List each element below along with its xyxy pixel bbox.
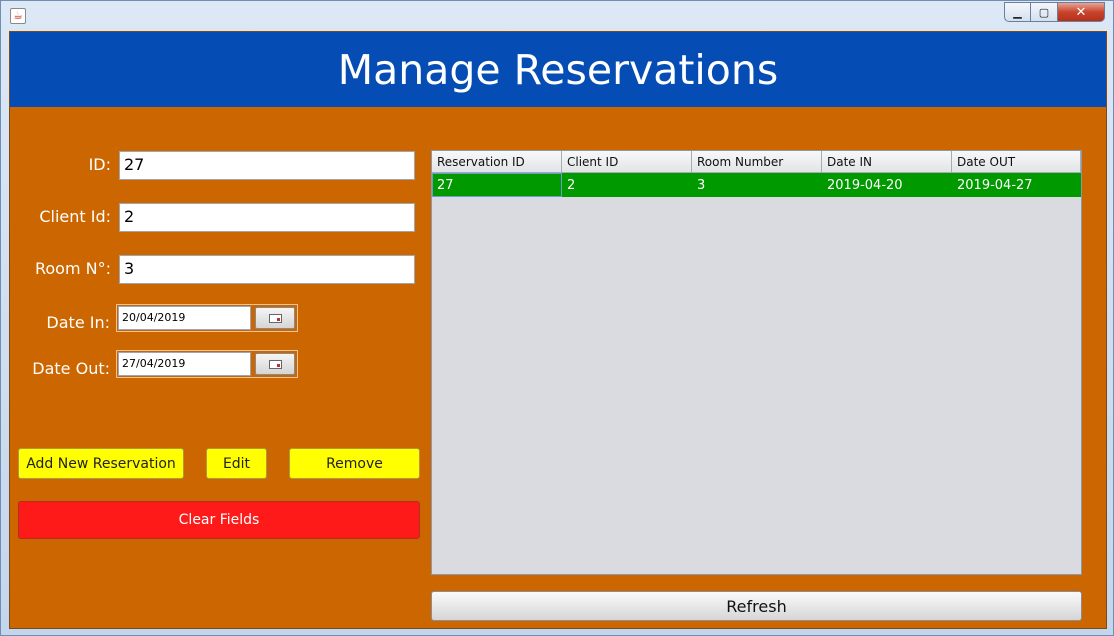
content-panel: Manage Reservations ID: 27 Client Id: 2 … xyxy=(9,31,1107,629)
clear-fields-button[interactable]: Clear Fields xyxy=(18,501,420,539)
window-controls: ▁ ▢ ✕ xyxy=(1004,2,1105,22)
room-number-label: Room N°: xyxy=(34,259,111,278)
client-id-field[interactable]: 2 xyxy=(119,203,415,232)
date-out-label: Date Out: xyxy=(32,359,110,378)
id-field[interactable]: 27 xyxy=(119,151,415,180)
room-number-field[interactable]: 3 xyxy=(119,255,415,284)
header-banner: Manage Reservations xyxy=(10,32,1106,107)
remove-button[interactable]: Remove xyxy=(289,448,420,479)
reservations-table[interactable]: Reservation ID Client ID Room Number Dat… xyxy=(431,150,1082,575)
column-header[interactable]: Client ID xyxy=(562,151,692,172)
date-out-field[interactable]: 27/04/2019 xyxy=(118,352,251,376)
table-cell[interactable]: 2019-04-27 xyxy=(952,173,1081,197)
minimize-icon[interactable]: ▁ xyxy=(1004,2,1031,22)
refresh-button[interactable]: Refresh xyxy=(431,591,1082,621)
column-header[interactable]: Room Number xyxy=(692,151,822,172)
table-header: Reservation ID Client ID Room Number Dat… xyxy=(432,151,1081,173)
edit-button[interactable]: Edit xyxy=(206,448,267,479)
app-window: ☕ ▁ ▢ ✕ Manage Reservations ID: 27 Clien… xyxy=(0,0,1114,636)
client-id-label: Client Id: xyxy=(39,207,111,226)
table-cell[interactable]: 3 xyxy=(692,173,822,197)
close-icon[interactable]: ✕ xyxy=(1058,2,1105,22)
date-out-calendar-button[interactable] xyxy=(255,353,295,375)
calendar-icon xyxy=(268,359,282,369)
add-reservation-button[interactable]: Add New Reservation xyxy=(18,448,184,479)
id-label: ID: xyxy=(88,155,111,174)
calendar-icon xyxy=(268,313,282,323)
date-in-field[interactable]: 20/04/2019 xyxy=(118,306,251,330)
table-cell[interactable]: 27 xyxy=(432,173,562,197)
column-header[interactable]: Date OUT xyxy=(952,151,1081,172)
table-cell[interactable]: 2019-04-20 xyxy=(822,173,952,197)
table-cell[interactable]: 2 xyxy=(562,173,692,197)
column-header[interactable]: Date IN xyxy=(822,151,952,172)
date-in-label: Date In: xyxy=(46,313,110,332)
table-row[interactable]: 27 2 3 2019-04-20 2019-04-27 xyxy=(432,173,1081,197)
column-header[interactable]: Reservation ID xyxy=(432,151,562,172)
title-bar[interactable]: ☕ ▁ ▢ ✕ xyxy=(1,1,1113,31)
java-icon: ☕ xyxy=(10,8,26,24)
maximize-icon[interactable]: ▢ xyxy=(1031,2,1058,22)
date-in-calendar-button[interactable] xyxy=(255,307,295,329)
page-title: Manage Reservations xyxy=(337,45,779,94)
